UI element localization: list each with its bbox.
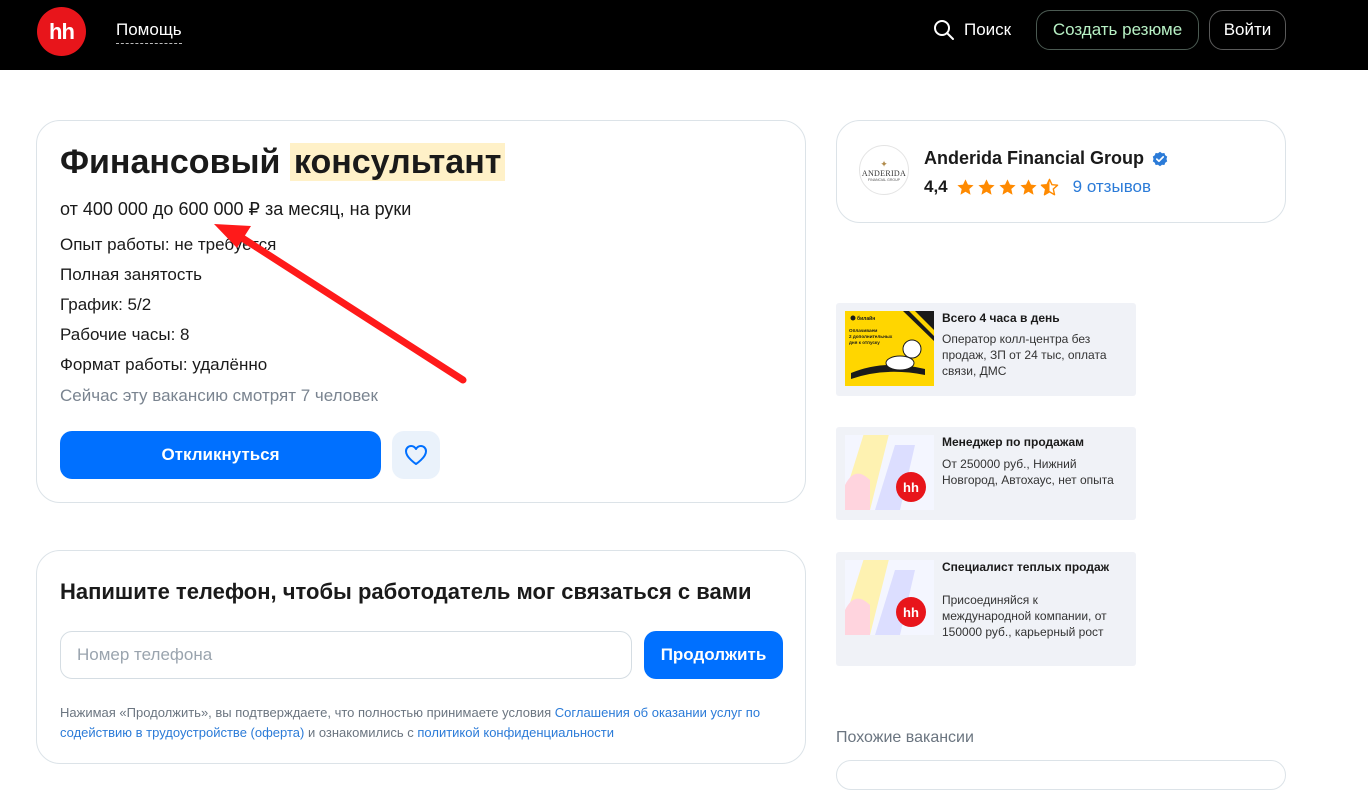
ad-image-beeline: билайн Оплачиваем 2 дополнительных дня к…: [845, 311, 934, 386]
similar-vacancy-card[interactable]: [836, 760, 1286, 790]
svg-text:дня к отпуску: дня к отпуску: [849, 340, 880, 345]
company-logo[interactable]: ✦ ANDERIDA FINANCIAL GROUP: [859, 145, 909, 195]
apply-button[interactable]: Откликнуться: [60, 431, 381, 479]
star-icon: [1020, 178, 1037, 195]
ad-2-title[interactable]: Менеджер по продажам: [942, 436, 1122, 449]
search-button[interactable]: Поиск: [933, 18, 1011, 42]
ad-2-brand: hh: [903, 480, 919, 495]
ad-1-brand: билайн: [857, 315, 875, 322]
hh-logo[interactable]: hh: [37, 7, 86, 56]
company-logo-sub: FINANCIAL GROUP: [868, 177, 900, 182]
ad-1-title[interactable]: Всего 4 часа в день: [942, 312, 1122, 325]
heart-icon: [405, 445, 427, 465]
schedule-info: График: 5/2: [60, 295, 152, 314]
viewers-count: Сейчас эту вакансию смотрят 7 человек: [60, 386, 378, 405]
svg-text:2 дополнительных: 2 дополнительных: [849, 334, 893, 339]
company-logo-name: ANDERIDA: [861, 168, 907, 178]
phone-form-title: Напишите телефон, чтобы работодатель мог…: [60, 579, 752, 604]
ad-1-text: Оператор колл-центра без продаж, ЗП от 2…: [942, 332, 1107, 378]
legal-middle: и ознакомились с: [304, 725, 418, 740]
legal-prefix: Нажимая «Продолжить», вы подтверждаете, …: [60, 705, 555, 720]
verified-badge-icon: [1152, 151, 1168, 166]
continue-button[interactable]: Продолжить: [644, 631, 783, 679]
ad-3-brand: hh: [903, 605, 919, 620]
ad-image-hh: hh: [845, 435, 934, 510]
rating-value: 4,4: [924, 177, 948, 196]
vacancy-title-highlight: консультант: [289, 143, 506, 181]
star-icon: [978, 178, 995, 195]
ad-banner-1[interactable]: билайн Оплачиваем 2 дополнительных дня к…: [836, 303, 1136, 396]
star-icon: [999, 178, 1016, 195]
half-star-icon: [1040, 178, 1058, 195]
ad-3-text: Присоединяйся к международной компании, …: [942, 593, 1107, 639]
create-resume-button[interactable]: Создать резюме: [1036, 10, 1199, 50]
ad-banner-3[interactable]: hh Специалист теплых продаж Присоединяйс…: [836, 552, 1136, 666]
star-icon: [957, 178, 974, 195]
salary: от 400 000 до 600 000 ₽ за месяц, на рук…: [60, 199, 412, 219]
svg-text:Оплачиваем: Оплачиваем: [849, 328, 878, 333]
ad-banner-2[interactable]: hh Менеджер по продажам От 250000 руб., …: [836, 427, 1136, 520]
favorite-button[interactable]: [392, 431, 440, 479]
company-logo-mark-icon: ✦: [880, 158, 888, 169]
phone-input[interactable]: [60, 631, 632, 679]
company-rating: 4,4 9 отзывов: [924, 177, 1151, 197]
login-button[interactable]: Войти: [1209, 10, 1286, 50]
company-name-row: Anderida Financial Group: [924, 148, 1168, 169]
similar-vacancies-heading: Похожие вакансии: [836, 729, 974, 746]
top-navigation-bar: hh Помощь Поиск Создать резюме Войти: [0, 0, 1368, 70]
phone-form-card: Напишите телефон, чтобы работодатель мог…: [36, 550, 806, 764]
hours-info: Рабочие часы: 8: [60, 325, 190, 344]
search-label: Поиск: [964, 20, 1012, 39]
employment-info: Полная занятость: [60, 265, 203, 284]
reviews-link[interactable]: 9 отзывов: [1073, 177, 1151, 197]
vacancy-card: Финансовый консультант от 400 000 до 600…: [36, 120, 806, 503]
ad-3-title[interactable]: Специалист теплых продаж: [942, 561, 1122, 574]
company-name[interactable]: Anderida Financial Group: [924, 148, 1144, 169]
ad-image-hh: hh: [845, 560, 934, 635]
experience-info: Опыт работы: не требуется: [60, 235, 277, 254]
search-icon: [934, 20, 954, 40]
help-link[interactable]: Помощь: [116, 20, 182, 44]
company-card: ✦ ANDERIDA FINANCIAL GROUP Anderida Fina…: [836, 120, 1286, 223]
privacy-policy-link[interactable]: политикой конфиденциальности: [417, 725, 614, 740]
vacancy-title-part1: Финансовый: [60, 143, 281, 181]
rating-stars: [956, 178, 1061, 197]
ad-2-text: От 250000 руб., Нижний Новгород, Автохау…: [942, 457, 1114, 487]
legal-text: Нажимая «Продолжить», вы подтверждаете, …: [60, 703, 780, 743]
vacancy-title: Финансовый консультант: [60, 143, 506, 182]
format-info: Формат работы: удалённо: [60, 355, 268, 374]
